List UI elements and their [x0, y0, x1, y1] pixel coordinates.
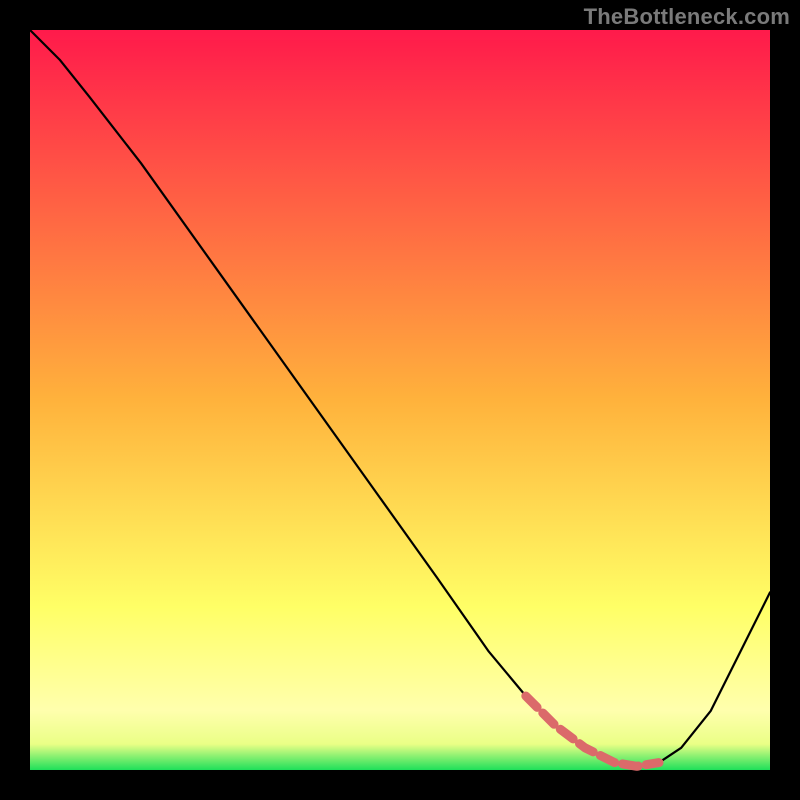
chart-svg — [0, 0, 800, 800]
chart-frame: TheBottleneck.com — [0, 0, 800, 800]
watermark-text: TheBottleneck.com — [584, 4, 790, 30]
plot-area — [30, 30, 770, 770]
